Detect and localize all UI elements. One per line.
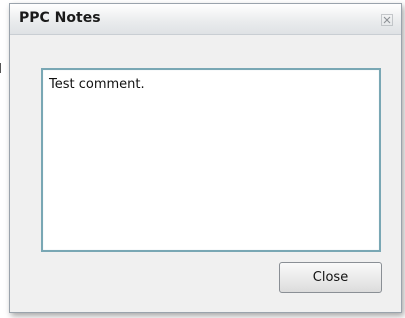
notes-textarea-frame: Test comment. bbox=[41, 68, 381, 252]
dialog-titlebar: PPC Notes bbox=[10, 4, 401, 35]
dialog-title: PPC Notes bbox=[19, 10, 101, 26]
notes-textarea[interactable]: Test comment. bbox=[49, 77, 373, 244]
backdrop-edge-mark bbox=[0, 63, 1, 73]
close-icon[interactable] bbox=[381, 11, 393, 26]
close-button[interactable]: Close bbox=[279, 262, 382, 293]
ppc-notes-dialog: PPC Notes Test comment. Close bbox=[9, 3, 402, 313]
